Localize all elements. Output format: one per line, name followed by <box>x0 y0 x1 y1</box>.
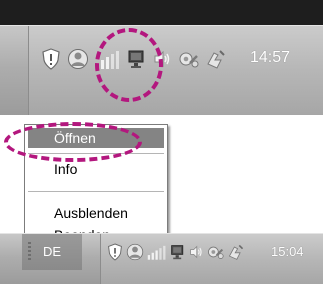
safely-remove-hardware-icon[interactable] <box>227 243 245 261</box>
notification-area: 14:57 <box>28 26 323 115</box>
tray-panel-top: 14:57 <box>0 0 323 115</box>
grip-handle[interactable] <box>28 242 31 262</box>
clock[interactable]: 15:04 <box>271 244 304 259</box>
safely-remove-hardware-icon[interactable] <box>205 48 227 70</box>
taskbar: DE 15:04 <box>0 233 323 284</box>
menu-item-info[interactable]: Info <box>28 159 164 179</box>
signal-strength-icon[interactable] <box>147 243 167 261</box>
menu-separator <box>28 191 164 192</box>
clock[interactable]: 14:57 <box>250 49 290 67</box>
speaker-icon[interactable] <box>189 243 203 261</box>
language-bar[interactable]: DE <box>22 234 82 270</box>
desktop-background <box>0 0 323 25</box>
language-indicator[interactable]: DE <box>43 244 61 259</box>
highlight-circle-annotation <box>95 28 163 102</box>
network-monitor-icon[interactable] <box>170 243 186 261</box>
highlight-ellipse-annotation <box>4 122 142 162</box>
gear-wrench-icon[interactable] <box>206 243 224 261</box>
notification-area: 15:04 <box>100 234 323 284</box>
shield-icon[interactable] <box>41 48 61 70</box>
user-globe-icon[interactable] <box>67 48 89 70</box>
shield-icon[interactable] <box>107 243 123 261</box>
gear-wrench-icon[interactable] <box>177 48 199 70</box>
tray-panel-bottom: Öffnen Info Ausblenden Beenden DE <box>0 120 323 284</box>
menu-item-hide[interactable]: Ausblenden <box>28 203 164 223</box>
user-globe-icon[interactable] <box>126 243 144 261</box>
